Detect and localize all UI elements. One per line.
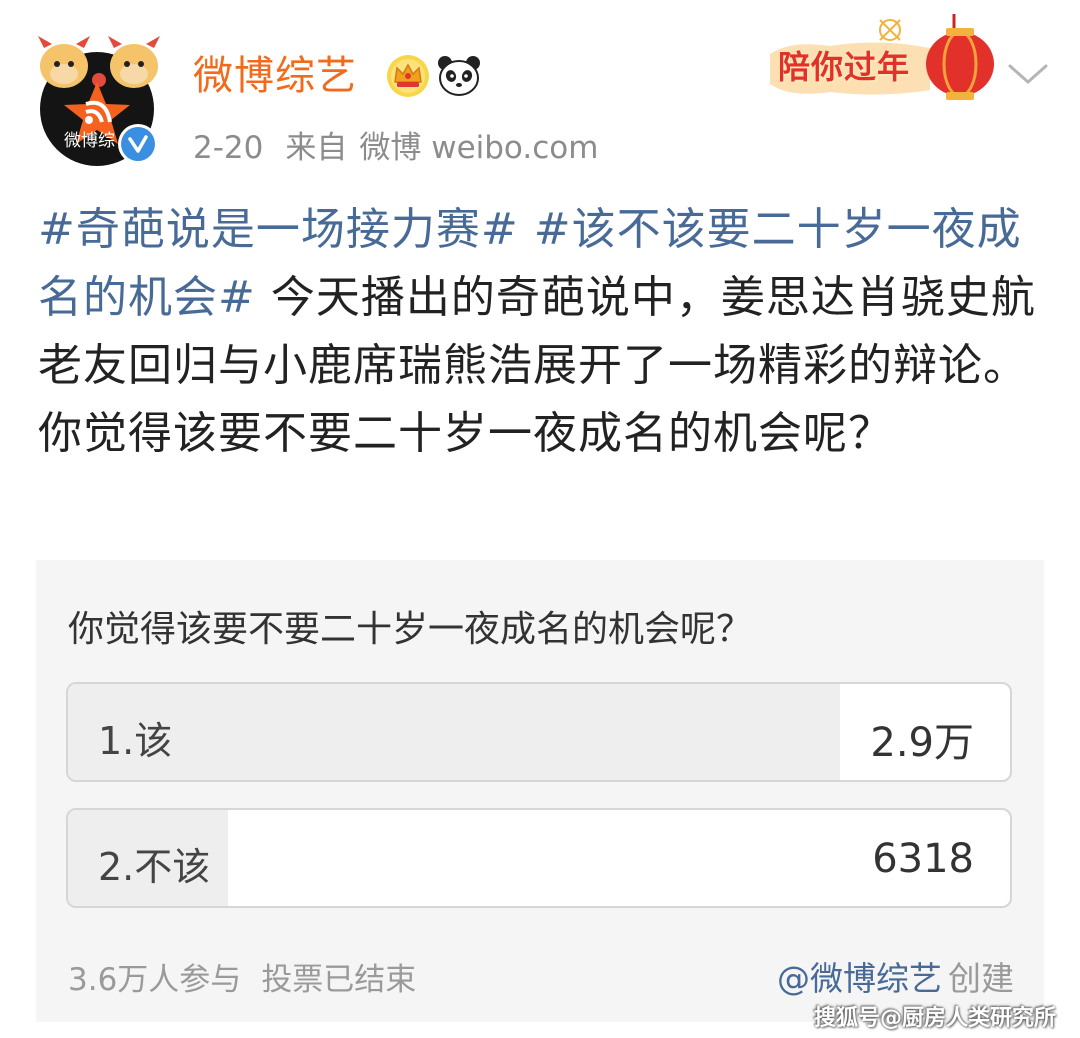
poll-card: 你觉得该要不要二十岁一夜成名的机会呢？ 1.该 2.9万 2.不该 6318 3… — [36, 560, 1044, 1022]
crown-icon[interactable] — [386, 54, 430, 98]
poll-footer: 3.6万人参与 投票已结束 — [68, 954, 436, 999]
participant-count: 3.6万人参与 — [68, 962, 242, 998]
topic-link[interactable]: #奇葩说是一场接力赛# — [38, 204, 519, 255]
verified-badge — [118, 124, 158, 164]
watermark: 搜狐号@厨房人类研究所 — [813, 1006, 1056, 1031]
source-prefix: 来自 — [285, 130, 348, 166]
post-body: #奇葩说是一场接力赛# #该不该要二十岁一夜成名的机会# 今天播出的奇葩说中，姜… — [38, 196, 1048, 468]
verified-icon — [128, 135, 148, 153]
post-meta: 2-20 来自 微博 weibo.com — [193, 122, 620, 167]
creator-suffix: 创建 — [948, 959, 1014, 998]
panda-icon[interactable] — [436, 54, 482, 98]
option-count: 2.9万 — [870, 720, 974, 766]
option-count: 6318 — [872, 836, 974, 882]
option-fill — [68, 684, 841, 780]
avatar-label: 微博综 — [64, 131, 115, 151]
chevron-down-icon[interactable] — [1006, 60, 1050, 88]
option-label: 2.不该 — [98, 845, 211, 889]
username[interactable]: 微博综艺 — [193, 52, 357, 100]
post-source[interactable]: 微博 weibo.com — [359, 130, 598, 166]
poll-status: 投票已结束 — [261, 962, 417, 998]
post-date: 2-20 — [193, 130, 264, 166]
poll-question: 你觉得该要不要二十岁一夜成名的机会呢？ — [68, 609, 753, 650]
option-label: 1.该 — [98, 719, 173, 763]
festive-badge: 陪你过年 — [770, 14, 1000, 100]
post-header: 微博综 微博综艺 2-20 来自 微博 weibo.com 陪你过年 — [0, 0, 1080, 175]
poll-creator: @微博综艺 创建 — [777, 952, 1014, 1000]
festive-text: 陪你过年 — [778, 48, 911, 86]
poll-option[interactable]: 1.该 2.9万 — [66, 682, 1012, 782]
creator-link[interactable]: @微博综艺 — [777, 959, 942, 998]
poll-option[interactable]: 2.不该 6318 — [66, 808, 1012, 908]
